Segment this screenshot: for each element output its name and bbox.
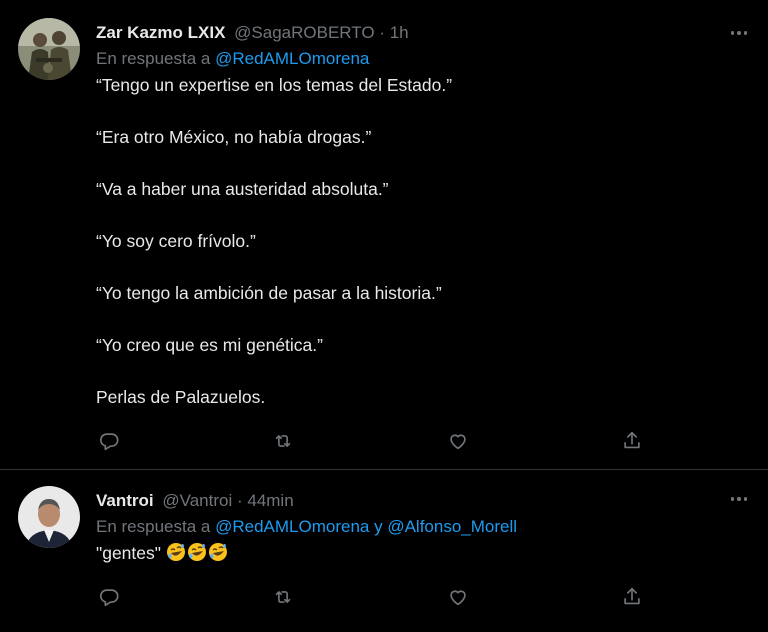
- tweet-content: Zar Kazmo LXIX @SagaROBERTO · 1h En resp…: [96, 22, 708, 408]
- avatar[interactable]: [18, 486, 80, 548]
- reply-icon[interactable]: [98, 586, 122, 610]
- tweet-paragraph: “Yo soy cero frívolo.”: [96, 231, 256, 251]
- user-handle[interactable]: @Vantroi: [162, 491, 232, 510]
- mention-link[interactable]: @RedAMLOmorena: [215, 49, 369, 68]
- reply-prefix: En respuesta a: [96, 517, 211, 536]
- tweet-actions: [96, 430, 656, 454]
- tweet-paragraph: “Va a haber una austeridad absoluta.”: [96, 179, 389, 199]
- retweet-icon[interactable]: [272, 586, 296, 610]
- rolling-on-floor-laughing-icon: [166, 543, 185, 561]
- tweet-actions: [96, 586, 656, 610]
- tweet-text: "gentes": [96, 542, 708, 564]
- rolling-on-floor-laughing-icon: [208, 543, 227, 561]
- tweet-paragraph: “Yo tengo la ambición de pasar a la hist…: [96, 283, 442, 303]
- timestamp[interactable]: 1h: [390, 23, 409, 42]
- display-name[interactable]: Zar Kazmo LXIX: [96, 23, 225, 42]
- like-icon[interactable]: [447, 430, 471, 454]
- retweet-icon[interactable]: [272, 430, 296, 454]
- tweet-paragraph: “Era otro México, no había drogas.”: [96, 127, 372, 147]
- share-icon[interactable]: [621, 430, 645, 454]
- more-options-icon[interactable]: [728, 22, 750, 44]
- reply-context: En respuesta a @RedAMLOmorena: [96, 48, 708, 70]
- tweet-text: “Tengo un expertise en los temas del Est…: [96, 74, 708, 408]
- user-handle[interactable]: @SagaROBERTO: [234, 23, 374, 42]
- tweet-text-content: "gentes": [96, 543, 161, 563]
- display-name[interactable]: Vantroi: [96, 491, 154, 510]
- separator: ·: [379, 23, 385, 42]
- reply-context: En respuesta a @RedAMLOmorena y @Alfonso…: [96, 516, 708, 538]
- tweet[interactable]: Zar Kazmo LXIX @SagaROBERTO · 1h En resp…: [0, 0, 768, 470]
- tweet-paragraph: Perlas de Palazuelos.: [96, 387, 266, 407]
- more-options-icon[interactable]: [728, 488, 750, 510]
- mention-link[interactable]: @RedAMLOmorena: [215, 517, 369, 536]
- reply-joiner: y: [374, 517, 383, 536]
- tweet[interactable]: Vantroi @Vantroi · 44min En respuesta a …: [0, 470, 768, 632]
- separator: ·: [236, 491, 243, 510]
- tweet-header: Zar Kazmo LXIX @SagaROBERTO · 1h: [96, 22, 708, 44]
- tweet-paragraph: “Yo creo que es mi genética.”: [96, 335, 323, 355]
- timestamp[interactable]: 44min: [247, 491, 293, 510]
- share-icon[interactable]: [621, 586, 645, 610]
- avatar[interactable]: [18, 18, 80, 80]
- rolling-on-floor-laughing-icon: [187, 543, 206, 561]
- tweet-header: Vantroi @Vantroi · 44min: [96, 490, 708, 512]
- like-icon[interactable]: [447, 586, 471, 610]
- reply-prefix: En respuesta a: [96, 49, 211, 68]
- mention-link[interactable]: @Alfonso_Morell: [387, 517, 517, 536]
- tweet-content: Vantroi @Vantroi · 44min En respuesta a …: [96, 490, 708, 564]
- tweet-paragraph: “Tengo un expertise en los temas del Est…: [96, 75, 453, 95]
- emoji-group: [166, 543, 229, 563]
- reply-icon[interactable]: [98, 430, 122, 454]
